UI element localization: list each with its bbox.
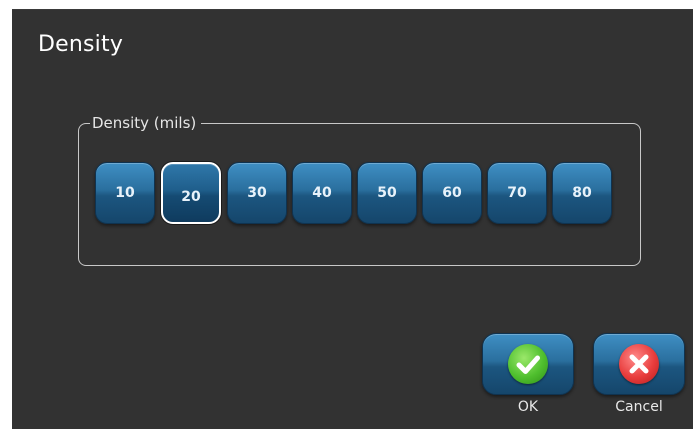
density-option-label: 70 <box>507 185 527 201</box>
check-icon <box>508 344 548 384</box>
density-option-10[interactable]: 10 <box>95 162 155 224</box>
density-dialog: Density Density (mils) 10 20 30 40 50 60… <box>12 9 693 429</box>
ok-label: OK <box>517 399 539 415</box>
density-option-60[interactable]: 60 <box>422 162 482 224</box>
density-option-30[interactable]: 30 <box>227 162 287 224</box>
density-option-label: 40 <box>312 185 332 201</box>
density-option-label: 30 <box>247 185 267 201</box>
density-option-20[interactable]: 20 <box>161 162 221 224</box>
density-option-label: 50 <box>377 185 397 201</box>
ok-button[interactable] <box>482 333 574 395</box>
density-option-80[interactable]: 80 <box>552 162 612 224</box>
cancel-button[interactable] <box>593 333 685 395</box>
density-option-label: 60 <box>442 185 462 201</box>
density-group-label: Density (mils) <box>90 113 202 133</box>
cancel-label: Cancel <box>615 399 663 415</box>
x-icon <box>619 344 659 384</box>
dialog-title: Density <box>38 32 124 57</box>
density-option-50[interactable]: 50 <box>357 162 417 224</box>
density-option-label: 10 <box>115 185 135 201</box>
density-option-label: 20 <box>181 189 201 205</box>
density-option-70[interactable]: 70 <box>487 162 547 224</box>
app-frame: Density Density (mils) 10 20 30 40 50 60… <box>0 0 693 429</box>
density-option-label: 80 <box>572 185 592 201</box>
density-option-40[interactable]: 40 <box>292 162 352 224</box>
top-border <box>0 0 693 9</box>
